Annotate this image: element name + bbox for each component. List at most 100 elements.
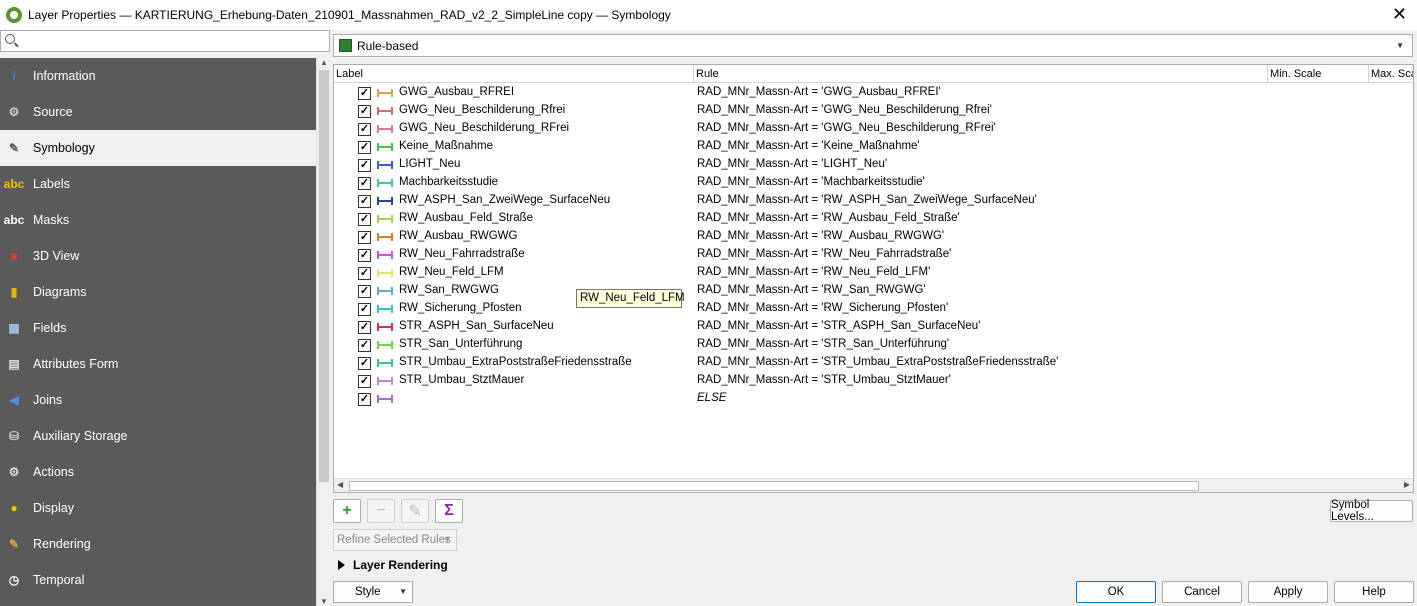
renderer-select[interactable]: Rule-based ▼ [333, 34, 1413, 57]
header-label[interactable]: Label [334, 65, 694, 83]
sidebar-item-3d-view[interactable]: ■ 3D View [0, 238, 316, 274]
rule-expression: RAD_MNr_Massn-Art = 'RW_Neu_Fahrradstraß… [697, 248, 952, 260]
rule-row[interactable]: ✓ RW_Neu_Feld_LFM RAD_MNr_Massn-Art = 'RW_… [334, 264, 1413, 282]
tree-horizontal-scrollbar[interactable]: ◀ ▶ [334, 478, 1413, 492]
rule-checkbox[interactable]: ✓ [358, 303, 371, 316]
sidebar-item-diagrams[interactable]: ▮ Diagrams [0, 274, 316, 310]
rule-checkbox[interactable]: ✓ [358, 141, 371, 154]
line-symbol-icon[interactable] [377, 89, 393, 97]
line-symbol-icon[interactable] [377, 287, 393, 295]
ok-button[interactable]: OK [1076, 581, 1156, 603]
rule-checkbox[interactable]: ✓ [358, 231, 371, 244]
edit-rule-button[interactable]: ✎ [401, 499, 429, 523]
rule-checkbox[interactable]: ✓ [358, 195, 371, 208]
rule-row[interactable]: ✓ LIGHT_Neu RAD_MNr_Massn-Art = 'LIGHT_Neu… [334, 156, 1413, 174]
sidebar-item-labels[interactable]: abc Labels [0, 166, 316, 202]
form-icon: ▤ [8, 357, 20, 371]
refine-selected-rules-button[interactable]: Refine Selected Rules ▼ [333, 529, 457, 551]
remove-rule-button[interactable]: − [367, 499, 395, 523]
scroll-up-icon[interactable]: ▲ [320, 58, 328, 67]
sidebar-item-fields[interactable]: ▦ Fields [0, 310, 316, 346]
line-symbol-icon[interactable] [377, 251, 393, 259]
rule-label: RW_Sicherung_Pfosten [399, 302, 522, 314]
line-symbol-icon[interactable] [377, 215, 393, 223]
symbol-levels-button[interactable]: Symbol Levels... [1330, 499, 1413, 523]
line-symbol-icon[interactable] [377, 197, 393, 205]
rule-row[interactable]: ✓ RW_ASPH_San_ZweiWege_SurfaceNeu RAD_MNr_… [334, 192, 1413, 210]
rule-checkbox[interactable]: ✓ [358, 357, 371, 370]
line-symbol-icon[interactable] [377, 305, 393, 313]
rule-checkbox[interactable]: ✓ [358, 123, 371, 136]
rule-checkbox[interactable]: ✓ [358, 267, 371, 280]
line-symbol-icon[interactable] [377, 161, 393, 169]
rule-checkbox[interactable]: ✓ [358, 177, 371, 190]
rule-row[interactable]: ✓ GWG_Ausbau_RFREI RAD_MNr_Massn-Art = 'GW… [334, 84, 1413, 102]
rule-row[interactable]: ✓ GWG_Neu_Beschilderung_RFrei RAD_MNr_Mass… [334, 120, 1413, 138]
sidebar-item-symbology[interactable]: ✎ Symbology [0, 130, 316, 166]
sidebar-item-display[interactable]: ● Display [0, 490, 316, 526]
sidebar-item-temporal[interactable]: ◷ Temporal [0, 562, 316, 598]
sidebar-item-auxiliary-storage[interactable]: ⛁ Auxiliary Storage [0, 418, 316, 454]
sidebar-item-actions[interactable]: ⚙ Actions [0, 454, 316, 490]
rule-checkbox[interactable]: ✓ [358, 87, 371, 100]
rule-checkbox[interactable]: ✓ [358, 159, 371, 172]
close-icon[interactable]: ✕ [1392, 5, 1407, 23]
add-rule-button[interactable]: + [333, 499, 361, 523]
rule-row[interactable]: ✓ STR_ASPH_San_SurfaceNeu RAD_MNr_Massn-Ar… [334, 318, 1413, 336]
header-min-scale[interactable]: Min. Scale [1268, 65, 1369, 83]
scrollbar-thumb[interactable] [319, 70, 329, 482]
scroll-left-icon[interactable]: ◀ [337, 480, 343, 489]
scrollbar-thumb[interactable] [349, 481, 1199, 491]
line-symbol-icon[interactable] [377, 179, 393, 187]
sidebar-item-attributes-form[interactable]: ▤ Attributes Form [0, 346, 316, 382]
rule-checkbox[interactable]: ✓ [358, 393, 371, 406]
summary-sigma-button[interactable]: Σ [435, 499, 463, 523]
rule-checkbox[interactable]: ✓ [358, 105, 371, 118]
rule-row[interactable]: ✓ STR_San_Unterführung RAD_MNr_Massn-Art =… [334, 336, 1413, 354]
sidebar-item-information[interactable]: i Information [0, 58, 316, 94]
sidebar-item-source[interactable]: ⚙ Source [0, 94, 316, 130]
rule-checkbox[interactable]: ✓ [358, 321, 371, 334]
header-rule[interactable]: Rule [694, 65, 1268, 83]
rule-row[interactable]: ✓ RW_Ausbau_RWGWG RAD_MNr_Massn-Art = 'RW_… [334, 228, 1413, 246]
rule-row[interactable]: ✓ Machbarkeitsstudie RAD_MNr_Massn-Art = '… [334, 174, 1413, 192]
sidebar-item-masks[interactable]: abc Masks [0, 202, 316, 238]
cancel-button[interactable]: Cancel [1162, 581, 1242, 603]
line-symbol-icon[interactable] [377, 125, 393, 133]
line-symbol-icon[interactable] [377, 359, 393, 367]
rule-checkbox[interactable]: ✓ [358, 213, 371, 226]
line-symbol-icon[interactable] [377, 395, 393, 403]
rule-row[interactable]: ✓ RW_San_RWGWG RAD_MNr_Massn-Art = 'RW_San… [334, 282, 1413, 300]
line-symbol-icon[interactable] [377, 143, 393, 151]
rule-checkbox[interactable]: ✓ [358, 339, 371, 352]
line-symbol-icon[interactable] [377, 269, 393, 277]
line-symbol-icon[interactable] [377, 323, 393, 331]
scroll-right-icon[interactable]: ▶ [1404, 480, 1410, 489]
rule-row[interactable]: ✓ RW_Ausbau_Feld_Straße RAD_MNr_Massn-Art … [334, 210, 1413, 228]
style-menu-button[interactable]: Style ▼ [333, 581, 413, 603]
rule-row[interactable]: ✓ RW_Neu_Fahrradstraße RAD_MNr_Massn-Art =… [334, 246, 1413, 264]
layer-rendering-toggle[interactable]: Layer Rendering [338, 558, 448, 572]
sidebar-item-rendering[interactable]: ✎ Rendering [0, 526, 316, 562]
scroll-down-icon[interactable]: ▼ [320, 597, 328, 606]
help-button[interactable]: Help [1334, 581, 1414, 603]
rule-row[interactable]: ✓ RW_Sicherung_Pfosten RAD_MNr_Massn-Art =… [334, 300, 1413, 318]
rule-checkbox[interactable]: ✓ [358, 285, 371, 298]
rules-tree[interactable]: Label Rule Min. Scale Max. Sca ✓ GWG_Ausb… [333, 64, 1414, 493]
rule-checkbox[interactable]: ✓ [358, 375, 371, 388]
apply-button[interactable]: Apply [1248, 581, 1328, 603]
line-symbol-icon[interactable] [377, 107, 393, 115]
line-symbol-icon[interactable] [377, 341, 393, 349]
rule-row[interactable]: ✓ GWG_Neu_Beschilderung_Rfrei RAD_MNr_Mass… [334, 102, 1413, 120]
rule-checkbox[interactable]: ✓ [358, 249, 371, 262]
line-symbol-icon[interactable] [377, 233, 393, 241]
search-input[interactable] [0, 30, 330, 52]
rule-row[interactable]: ✓ STR_Umbau_StztMauer RAD_MNr_Massn-Art = … [334, 372, 1413, 390]
line-symbol-icon[interactable] [377, 377, 393, 385]
sidebar-scrollbar[interactable]: ▲ ▼ [316, 58, 330, 606]
header-max-scale[interactable]: Max. Sca [1369, 65, 1413, 83]
rule-row[interactable]: ✓ Keine_Maßnahme RAD_MNr_Massn-Art = 'Kein… [334, 138, 1413, 156]
sidebar-item-joins[interactable]: ◀ Joins [0, 382, 316, 418]
rule-row[interactable]: ✓ ELSE [334, 390, 1413, 408]
rule-row[interactable]: ✓ STR_Umbau_ExtraPoststraßeFriedensstraße… [334, 354, 1413, 372]
